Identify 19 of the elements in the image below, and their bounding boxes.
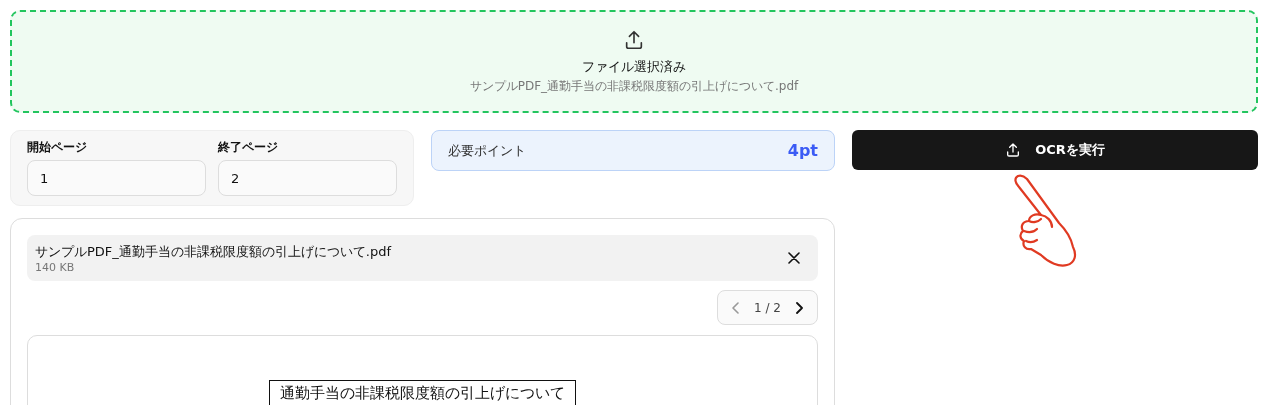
page-indicator: 1 / 2 [754,300,781,315]
chevron-left-icon [732,301,741,314]
points-value: 4pt [787,141,818,160]
field-label: 終了ページ [218,139,279,156]
dropzone-title: ファイル選択済み [582,57,686,76]
close-icon[interactable] [788,252,800,264]
page-input[interactable]: 1 [27,160,206,196]
file-size: 140 KB [35,260,76,274]
file-dropzone[interactable]: ファイル選択済み サンプルPDF_通勤手当の非課税限度額の引上げについて.pdf [10,10,1258,113]
points-label: 必要ポイント [448,141,526,160]
page-input[interactable]: 2 [218,160,397,196]
upload-icon [623,28,645,51]
run-ocr-button[interactable]: OCRを実行 [852,130,1258,170]
selected-filename: サンプルPDF_通勤手当の非課税限度額の引上げについて.pdf [469,77,799,95]
upload-icon [1005,142,1022,158]
document-title: 通勤手当の非課税限度額の引上げについて [269,380,576,405]
chevron-right-icon [795,301,803,314]
file-name: サンプルPDF_通勤手当の非課税限度額の引上げについて.pdf [35,242,392,261]
field-label: 開始ページ [27,139,88,156]
